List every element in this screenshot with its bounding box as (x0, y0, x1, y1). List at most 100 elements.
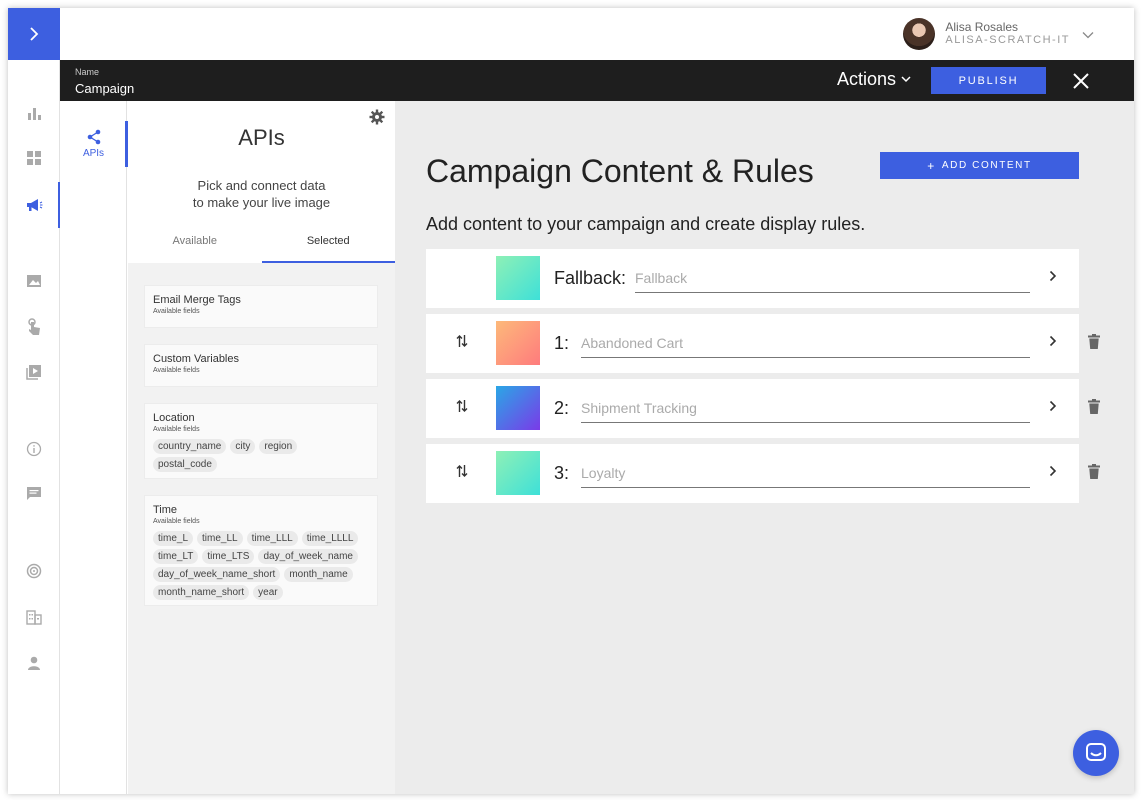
megaphone-icon (27, 199, 43, 211)
nav-targeting[interactable] (8, 548, 60, 594)
api-tabs: Available Selected (128, 225, 395, 263)
user-menu[interactable]: Alisa Rosales ALISA-SCRATCH-IT (903, 18, 1094, 50)
video-library-icon (26, 365, 41, 380)
api-panel: APIs Pick and connect data to make your … (128, 101, 395, 794)
actions-label: Actions (837, 69, 897, 89)
page-title: Campaign Content & Rules (426, 153, 814, 189)
api-panel-subtitle: Pick and connect data to make your live … (128, 177, 395, 211)
trash-icon[interactable] (1088, 399, 1100, 414)
campaign-name[interactable]: Campaign (75, 81, 134, 96)
nav-organization[interactable] (8, 594, 60, 640)
field-chip[interactable]: time_LT (153, 549, 199, 564)
api-card-location[interactable]: Location Available fields country_name c… (144, 403, 378, 479)
field-chip[interactable]: city (230, 439, 256, 454)
add-content-button[interactable]: + ADD CONTENT (880, 152, 1079, 179)
rule-row[interactable]: 1: Abandoned Cart (426, 314, 1079, 373)
reorder-icon[interactable] (456, 334, 468, 348)
api-card-subtitle: Available fields (153, 367, 200, 374)
chevron-right-icon[interactable] (1049, 335, 1057, 347)
main-content: Campaign Content & Rules + ADD CONTENT A… (395, 101, 1134, 794)
field-chip[interactable]: month_name_short (153, 585, 250, 600)
content-thumbnail (496, 386, 540, 430)
info-icon (26, 441, 42, 457)
field-chip[interactable]: time_LLLL (301, 531, 359, 546)
rule-name-input[interactable]: Abandoned Cart (581, 330, 1030, 358)
plus-icon: + (927, 158, 936, 173)
field-chip[interactable]: time_LL (197, 531, 243, 546)
nav-interactions[interactable] (8, 304, 60, 350)
expand-sidebar-button[interactable] (8, 8, 60, 60)
chevron-right-icon (30, 27, 39, 41)
field-chip[interactable]: time_L (153, 531, 194, 546)
content-thumbnail (496, 256, 540, 300)
chevron-right-icon[interactable] (1049, 270, 1057, 282)
nav-media[interactable] (8, 349, 60, 395)
reorder-icon[interactable] (456, 399, 468, 413)
api-card-custom-variables[interactable]: Custom Variables Available fields (144, 344, 378, 387)
api-card-title: Time (153, 504, 178, 516)
chevron-right-icon[interactable] (1049, 400, 1057, 412)
nav-dashboard[interactable] (8, 135, 60, 181)
api-card-time[interactable]: Time Available fields time_L time_LL tim… (144, 495, 378, 606)
reorder-icon[interactable] (456, 464, 468, 478)
field-chip[interactable]: region (259, 439, 298, 454)
api-panel-title: APIs (238, 125, 285, 150)
page-description: Add content to your campaign and create … (426, 214, 866, 234)
field-chip[interactable]: day_of_week_name_short (153, 567, 281, 582)
rule-name-input[interactable]: Shipment Tracking (581, 395, 1030, 423)
field-chips: time_L time_LL time_LLL time_LLLL time_L… (153, 529, 369, 601)
nav-messages[interactable] (8, 471, 60, 517)
field-chip[interactable]: day_of_week_name (258, 549, 358, 564)
add-content-label: ADD CONTENT (941, 160, 1032, 171)
rule-name-input[interactable]: Loyalty (581, 460, 1030, 488)
api-subtitle-line-1: Pick and connect data (197, 178, 326, 193)
image-icon (27, 275, 41, 287)
api-card-title: Custom Variables (153, 353, 239, 365)
tab-available[interactable]: Available (128, 225, 262, 263)
touch-icon (28, 318, 40, 335)
name-label: Name (75, 67, 100, 77)
field-chip[interactable]: time_LLL (246, 531, 298, 546)
rule-label: 3: (554, 463, 570, 483)
field-chip[interactable]: country_name (153, 439, 227, 454)
rule-label: Fallback: (554, 268, 627, 288)
avatar (903, 18, 936, 50)
rule-name-input[interactable]: Fallback (635, 265, 1030, 293)
api-card-subtitle: Available fields (153, 308, 200, 315)
rule-row[interactable]: 3: Loyalty (426, 444, 1079, 503)
field-chip[interactable]: month_name (284, 567, 353, 582)
top-bar: Alisa Rosales ALISA-SCRATCH-IT (60, 8, 1134, 60)
tab-selected[interactable]: Selected (261, 225, 395, 263)
target-icon (26, 563, 42, 579)
field-chips: country_name city region postal_code (153, 437, 369, 473)
publish-button[interactable]: PUBLISH (931, 67, 1046, 94)
rule-label: 1: (554, 333, 570, 353)
chevron-right-icon[interactable] (1049, 465, 1057, 477)
nav-campaigns[interactable] (8, 182, 61, 228)
bar-chart-icon (28, 108, 41, 120)
nav-account[interactable] (8, 640, 60, 686)
trash-icon[interactable] (1088, 334, 1100, 349)
rule-row[interactable]: 2: Shipment Tracking (426, 379, 1079, 438)
campaign-header: Name Campaign Actions PUBLISH (60, 60, 1134, 101)
field-chip[interactable]: time_LTS (202, 549, 255, 564)
field-chip[interactable]: postal_code (153, 457, 217, 472)
actions-menu[interactable]: Actions (837, 69, 911, 90)
support-chat-button[interactable] (1073, 730, 1119, 776)
field-chip[interactable]: year (253, 585, 283, 600)
chat-icon (27, 487, 41, 500)
api-subtitle-line-2: to make your live image (192, 195, 331, 210)
api-card-email-merge-tags[interactable]: Email Merge Tags Available fields (144, 285, 378, 328)
person-icon (28, 656, 40, 670)
chevron-down-icon (1082, 32, 1094, 39)
chevron-down-icon (901, 76, 911, 83)
nav-info[interactable] (8, 426, 60, 472)
gear-icon[interactable] (369, 109, 385, 125)
tab-apis[interactable]: APIs (60, 121, 128, 167)
nav-analytics[interactable] (8, 90, 60, 136)
nav-images[interactable] (8, 258, 60, 304)
close-button[interactable] (1068, 68, 1094, 94)
api-card-subtitle: Available fields (153, 426, 200, 433)
trash-icon[interactable] (1088, 464, 1100, 479)
rule-row-fallback[interactable]: Fallback: Fallback (426, 249, 1079, 308)
